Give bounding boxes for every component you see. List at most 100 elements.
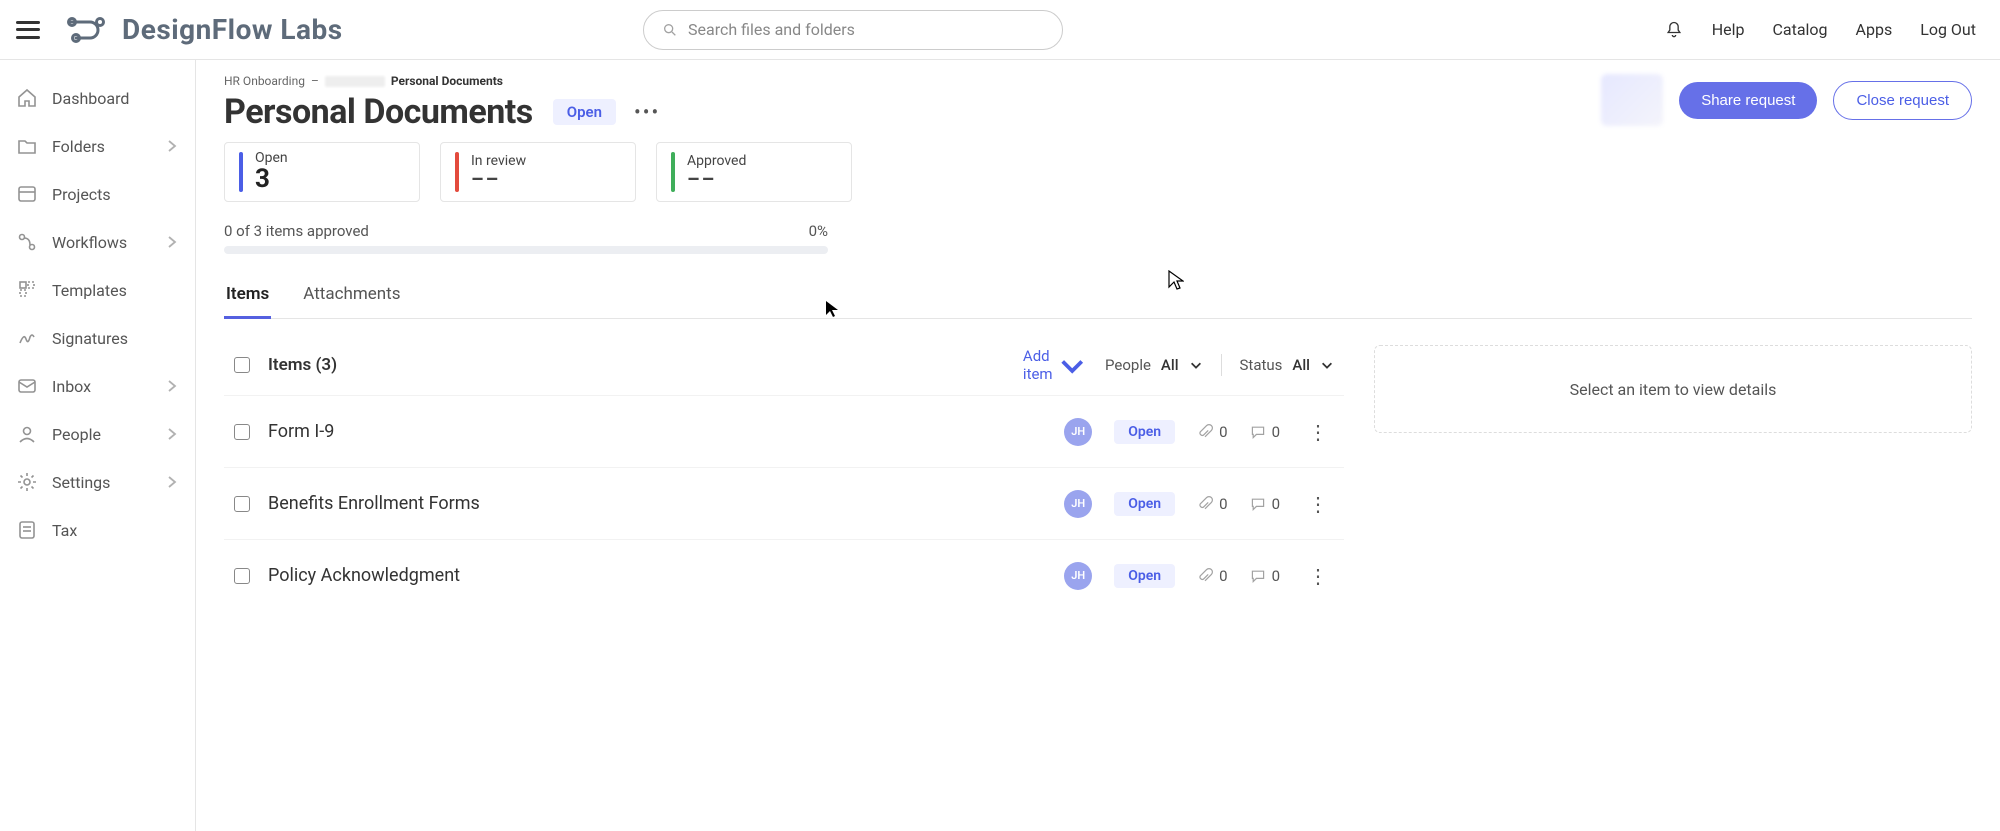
attachments-count[interactable]: 0: [1197, 567, 1227, 585]
status-card-value: ––: [471, 167, 526, 191]
comments-count[interactable]: 0: [1250, 423, 1280, 441]
attachments-count[interactable]: 0: [1197, 495, 1227, 513]
people-filter-value: All: [1161, 356, 1179, 374]
sidebar-item-workflows[interactable]: Workflows: [0, 218, 195, 266]
item-name: Policy Acknowledgment: [268, 565, 460, 586]
apps-link[interactable]: Apps: [1856, 20, 1893, 39]
assignee-avatar[interactable]: JH: [1064, 562, 1092, 590]
status-filter[interactable]: Status All: [1240, 356, 1334, 374]
comment-icon: [1250, 424, 1266, 440]
breadcrumb-root[interactable]: HR Onboarding: [224, 74, 305, 88]
brand-name: DesignFlow Labs: [122, 13, 343, 46]
sidebar-item-label: Dashboard: [52, 89, 129, 108]
item-row[interactable]: Policy AcknowledgmentJHOpen00⋮: [224, 539, 1344, 611]
sidebar-item-label: Signatures: [52, 329, 128, 348]
attachments-count[interactable]: 0: [1197, 423, 1227, 441]
detail-panel-empty: Select an item to view details: [1374, 345, 1972, 433]
notifications-icon[interactable]: [1664, 20, 1684, 40]
status-filter-label: Status: [1240, 356, 1283, 374]
chevron-right-icon: [165, 475, 179, 489]
progress-text: 0 of 3 items approved: [224, 222, 369, 240]
chevron-right-icon: [165, 235, 179, 249]
item-overflow-button[interactable]: ⋮: [1302, 492, 1334, 516]
sidebar-item-label: Folders: [52, 137, 105, 156]
sidebar-item-label: Templates: [52, 281, 127, 300]
paperclip-icon: [1197, 568, 1213, 584]
logout-link[interactable]: Log Out: [1920, 20, 1976, 39]
settings-icon: [16, 471, 38, 493]
people-filter[interactable]: People All: [1105, 356, 1203, 374]
dashboard-icon: [16, 87, 38, 109]
page-overflow-button[interactable]: •••: [634, 100, 660, 124]
select-all-checkbox[interactable]: [234, 357, 250, 373]
status-card-value: 3: [255, 164, 288, 194]
item-checkbox[interactable]: [234, 424, 250, 440]
paperclip-icon: [1197, 424, 1213, 440]
content: HR Onboarding – Personal Documents Perso…: [196, 60, 2000, 831]
sidebar: Dashboard Folders Projects Workflows Templat…: [0, 60, 196, 831]
folders-icon: [16, 135, 38, 157]
chevron-right-icon: [165, 139, 179, 153]
share-request-button[interactable]: Share request: [1679, 82, 1817, 119]
status-bar: [671, 152, 675, 192]
item-checkbox[interactable]: [234, 496, 250, 512]
brand-logo-icon: [64, 8, 108, 52]
header-right: Help Catalog Apps Log Out: [1664, 20, 1984, 40]
sidebar-item-projects[interactable]: Projects: [0, 170, 195, 218]
breadcrumb-redacted: [325, 76, 385, 87]
catalog-link[interactable]: Catalog: [1772, 20, 1827, 39]
collaborator-avatar[interactable]: [1601, 74, 1663, 126]
people-icon: [16, 423, 38, 445]
sidebar-item-people[interactable]: People: [0, 410, 195, 458]
search-input[interactable]: Search files and folders: [643, 10, 1063, 50]
assignee-avatar[interactable]: JH: [1064, 418, 1092, 446]
sidebar-item-folders[interactable]: Folders: [0, 122, 195, 170]
chevron-right-icon: [165, 427, 179, 441]
signatures-icon: [16, 327, 38, 349]
page-title: Personal Documents: [224, 92, 533, 132]
item-checkbox[interactable]: [234, 568, 250, 584]
status-bar: [239, 152, 243, 192]
workflows-icon: [16, 231, 38, 253]
item-name: Benefits Enrollment Forms: [268, 493, 480, 514]
chevron-down-icon: [1189, 358, 1203, 372]
sidebar-item-label: Tax: [52, 521, 77, 540]
breadcrumb-sep: –: [311, 74, 319, 88]
divider: [1221, 354, 1222, 376]
sidebar-item-inbox[interactable]: Inbox: [0, 362, 195, 410]
sidebar-item-templates[interactable]: Templates: [0, 266, 195, 314]
detail-panel-text: Select an item to view details: [1570, 380, 1777, 399]
sidebar-item-settings[interactable]: Settings: [0, 458, 195, 506]
assignee-avatar[interactable]: JH: [1064, 490, 1092, 518]
sidebar-item-label: Inbox: [52, 377, 91, 396]
search-icon: [662, 22, 678, 38]
items-title: Items (3): [268, 355, 337, 375]
item-row[interactable]: Form I-9JHOpen00⋮: [224, 395, 1344, 467]
item-status-badge: Open: [1114, 492, 1175, 516]
page-status-badge: Open: [553, 99, 616, 125]
hamburger-menu-icon[interactable]: [16, 18, 40, 42]
item-row[interactable]: Benefits Enrollment Forms JH Open 0 0 ⋮: [224, 467, 1344, 539]
status-card-approved[interactable]: Approved––: [656, 142, 852, 202]
status-card-in-review[interactable]: In review––: [440, 142, 636, 202]
tab-items[interactable]: Items: [224, 278, 271, 319]
tab-attachments[interactable]: Attachments: [301, 278, 402, 318]
sidebar-item-label: Workflows: [52, 233, 127, 252]
item-overflow-button[interactable]: ⋮: [1302, 420, 1334, 444]
status-card-open[interactable]: Open3: [224, 142, 420, 202]
add-item-button[interactable]: Add item: [1023, 347, 1087, 383]
item-overflow-button[interactable]: ⋮: [1302, 564, 1334, 588]
close-request-button[interactable]: Close request: [1833, 81, 1972, 120]
status-cards: Open3 In review–– Approved––: [224, 142, 1972, 202]
comments-count[interactable]: 0: [1250, 567, 1280, 585]
sidebar-item-label: People: [52, 425, 101, 444]
sidebar-item-signatures[interactable]: Signatures: [0, 314, 195, 362]
comments-count[interactable]: 0: [1250, 495, 1280, 513]
tabs: Items Attachments: [224, 278, 1972, 319]
help-link[interactable]: Help: [1712, 20, 1745, 39]
sidebar-item-tax[interactable]: Tax: [0, 506, 195, 554]
item-status-badge: Open: [1114, 420, 1175, 444]
app-header: DesignFlow Labs Search files and folders…: [0, 0, 2000, 60]
sidebar-item-dashboard[interactable]: Dashboard: [0, 74, 195, 122]
items-header: Items (3) Add item People All: [224, 345, 1344, 385]
